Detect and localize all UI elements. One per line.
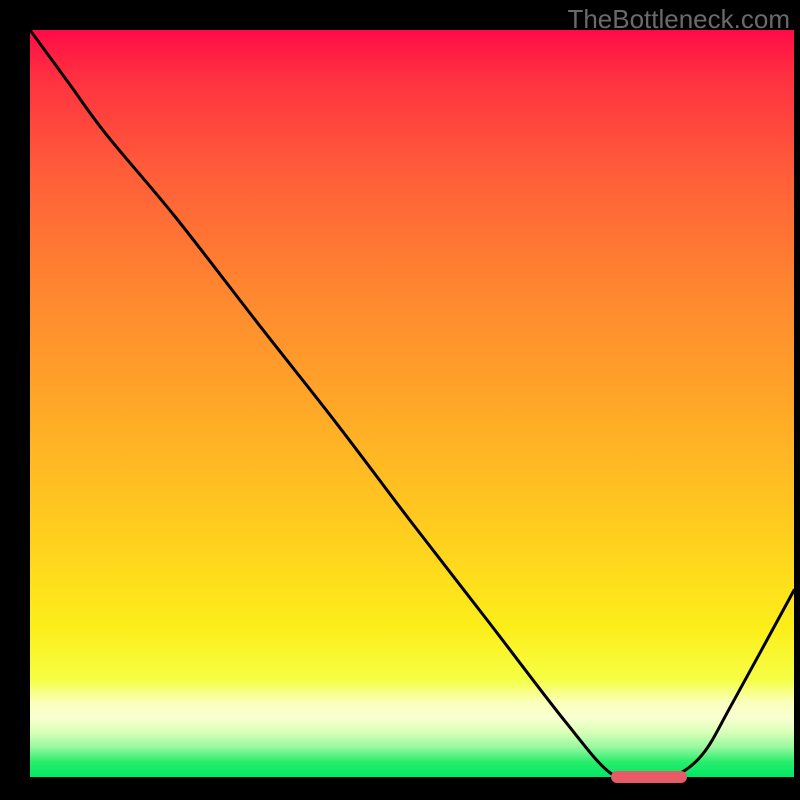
plot-area xyxy=(30,30,794,777)
bottleneck-curve xyxy=(30,30,794,779)
chart-frame: TheBottleneck.com xyxy=(0,0,800,800)
watermark-text: TheBottleneck.com xyxy=(567,4,790,35)
optimal-range-marker xyxy=(611,771,687,783)
curve-layer xyxy=(30,30,794,777)
